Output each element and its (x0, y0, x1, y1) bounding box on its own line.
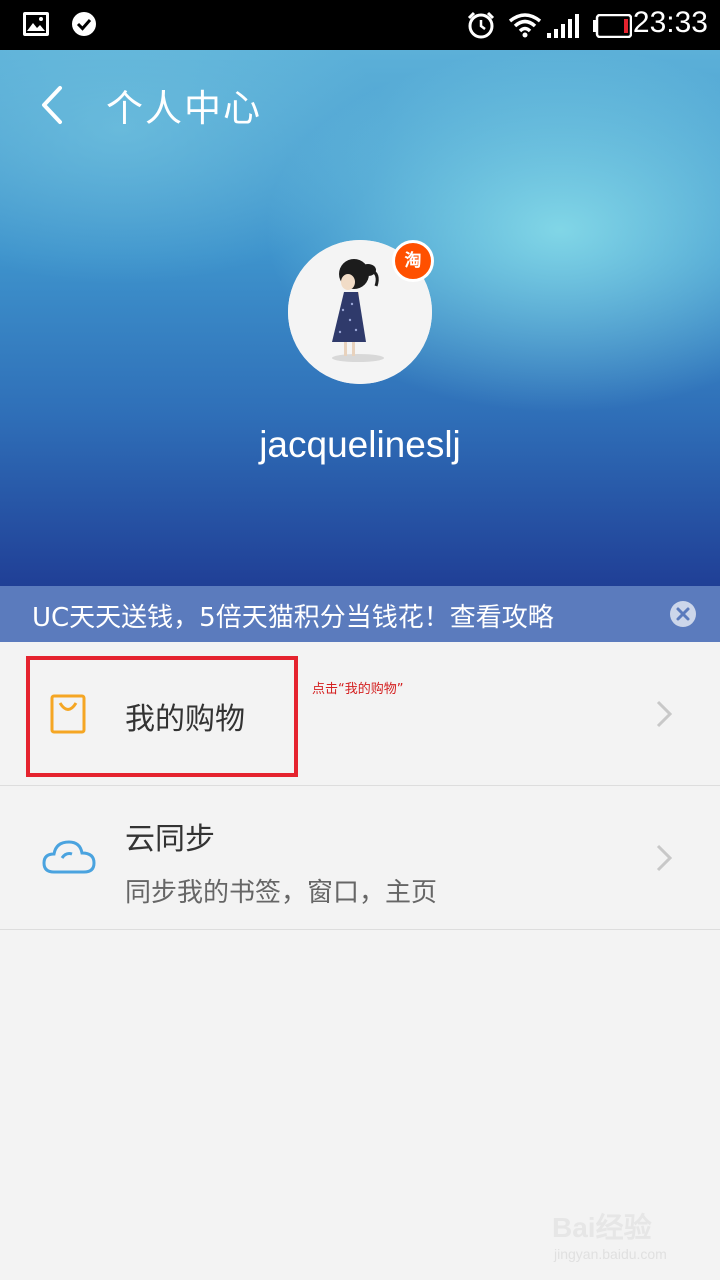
watermark: Bai经验 jingyan.baidu.com (552, 1206, 682, 1266)
username: jacquelineslj (259, 424, 461, 465)
chevron-right-icon (654, 699, 674, 729)
profile-header: 个人中心 淘 jacquelineslj (0, 50, 720, 586)
highlight-box (26, 656, 298, 777)
clock-time: 23:33 (632, 6, 708, 39)
status-bar: 23:33 (0, 0, 720, 50)
taobao-badge: 淘 (392, 240, 434, 282)
chevron-left-icon (42, 86, 62, 124)
menu-item-label: 云同步 (125, 822, 215, 857)
check-circle-icon (71, 11, 97, 41)
annotation-text: 点击“我的购物” (312, 682, 404, 697)
menu-item-cloud-sync[interactable]: 云同步 同步我的书签，窗口，主页 (0, 786, 720, 930)
watermark-sub: jingyan.baidu.com (554, 1246, 667, 1262)
chevron-right-icon (654, 843, 674, 873)
promo-text[interactable]: UC天天送钱，5倍天猫积分当钱花！查看攻略 (32, 597, 554, 634)
alarm-icon (466, 10, 496, 44)
promo-banner[interactable]: UC天天送钱，5倍天猫积分当钱花！查看攻略 (0, 586, 720, 642)
wifi-icon (508, 12, 542, 42)
battery-icon (592, 13, 633, 42)
close-icon[interactable] (670, 601, 696, 627)
image-icon (22, 11, 50, 41)
menu-item-subtitle: 同步我的书签，窗口，主页 (125, 878, 438, 908)
page-title: 个人中心 (106, 87, 262, 130)
cloud-icon (42, 838, 96, 880)
signal-icon (546, 13, 580, 43)
back-button[interactable] (30, 80, 80, 130)
watermark-main: Bai经验 (552, 1212, 652, 1243)
